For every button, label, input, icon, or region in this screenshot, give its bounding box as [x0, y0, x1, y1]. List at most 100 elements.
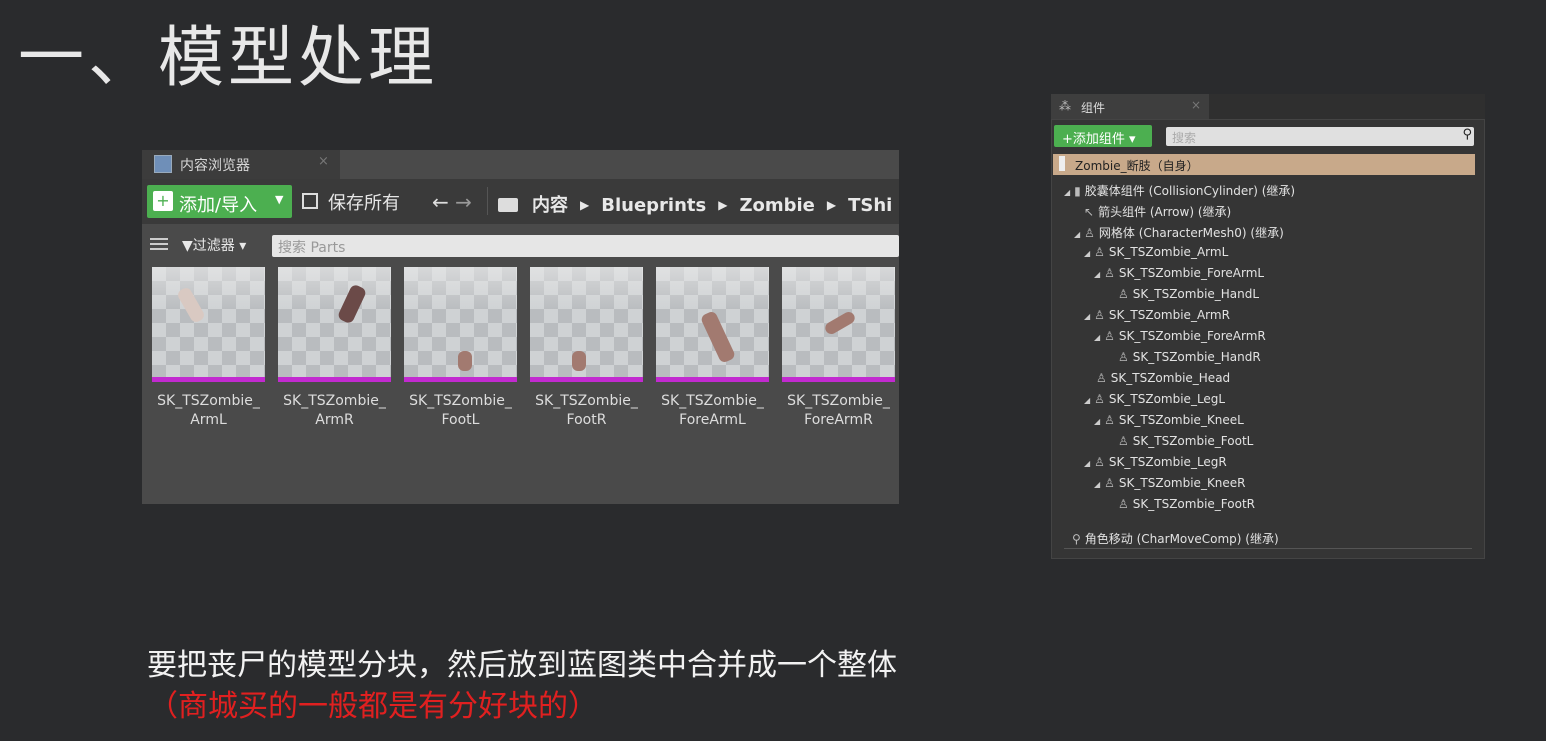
mesh-icon: ♙ [1118, 497, 1129, 511]
mesh-icon: ♙ [1094, 392, 1105, 406]
caption-note: （商城买的一般都是有分好块的） [148, 689, 598, 724]
folder-icon [498, 198, 518, 212]
arrow-icon: ↖ [1084, 205, 1095, 219]
tree-node-forearm-l[interactable]: ◢ ♙ SK_TSZombie_ForeArmL [1094, 266, 1264, 280]
asset-type-bar [152, 377, 265, 382]
components-tab[interactable]: ⁂ 组件 × [1051, 94, 1209, 119]
asset-tile[interactable]: SK_TSZombie_ ForeArmR [782, 267, 895, 430]
components-panel: ⁂ 组件 × +添加组件 ▾ 搜索 ⚲ Zombie_断肢（自身） ◢ ▮ 胶囊体组… [1051, 94, 1485, 559]
self-component-row[interactable]: Zombie_断肢（自身） [1053, 154, 1475, 175]
mesh-icon: ♙ [1104, 266, 1115, 280]
asset-tile[interactable]: SK_TSZombie_ FootR [530, 267, 643, 430]
filters-dropdown[interactable]: ▼过滤器 ▾ [182, 235, 246, 255]
add-icon: + [153, 191, 173, 211]
asset-name: SK_TSZombie_ ArmR [283, 393, 386, 428]
asset-thumbnail [656, 267, 769, 377]
asset-type-bar [656, 377, 769, 382]
tree-node-char-move-comp[interactable]: ⚲ 角色移动 (CharMoveComp) (继承) [1072, 530, 1279, 547]
sources-panel-icon[interactable] [150, 238, 168, 252]
self-component-label: Zombie_断肢（自身） [1075, 159, 1199, 173]
tree-node-head[interactable]: ♙ SK_TSZombie_Head [1096, 371, 1230, 385]
caption-main: 要把丧尸的模型分块，然后放到蓝图类中合并成一个整体 [147, 648, 897, 683]
asset-type-bar [404, 377, 517, 382]
add-component-button[interactable]: +添加组件 ▾ [1054, 125, 1152, 147]
add-import-button[interactable]: + 添加/导入 ▼ [147, 185, 292, 218]
asset-thumbnail [278, 267, 391, 377]
asset-name: SK_TSZombie_ ForeArmL [661, 393, 764, 428]
search-icon: ⚲ [1462, 127, 1472, 142]
tree-node-hand-r[interactable]: ♙ SK_TSZombie_HandR [1118, 350, 1261, 364]
content-browser-icon [154, 155, 172, 173]
breadcrumb: 内容 ▶ Blueprints ▶ Zombie ▶ TShi [498, 191, 892, 217]
tree-node-leg-l[interactable]: ◢ ♙ SK_TSZombie_LegL [1084, 392, 1225, 406]
close-icon[interactable]: × [318, 154, 329, 169]
asset-tile[interactable]: SK_TSZombie_ ArmL [152, 267, 265, 430]
asset-thumbnail [152, 267, 265, 377]
tree-node-character-mesh[interactable]: ◢ ♙ 网格体 (CharacterMesh0) (继承) [1074, 224, 1284, 241]
chevron-down-icon: ▼ [275, 193, 284, 206]
add-import-label: 添加/导入 [179, 195, 258, 216]
save-icon [302, 193, 318, 209]
mesh-icon: ♙ [1118, 350, 1129, 364]
asset-name: SK_TSZombie_ ForeArmR [787, 393, 890, 428]
tree-node-arm-l[interactable]: ◢ ♙ SK_TSZombie_ArmL [1084, 245, 1228, 259]
tree-node-arm-r[interactable]: ◢ ♙ SK_TSZombie_ArmR [1084, 308, 1230, 322]
breadcrumb-arrow-icon: ▶ [826, 198, 837, 212]
asset-tile[interactable]: SK_TSZombie_ ForeArmL [656, 267, 769, 430]
tree-divider [1064, 548, 1472, 549]
tree-node-hand-l[interactable]: ♙ SK_TSZombie_HandL [1118, 287, 1259, 301]
forward-arrow-icon[interactable]: → [455, 190, 472, 214]
asset-name: SK_TSZombie_ FootL [409, 393, 512, 428]
mesh-icon: ♙ [1094, 455, 1105, 469]
tree-node-arrow[interactable]: ↖ 箭头组件 (Arrow) (继承) [1084, 203, 1231, 220]
asset-thumbnail [404, 267, 517, 377]
asset-tile[interactable]: SK_TSZombie_ FootL [404, 267, 517, 430]
asset-type-bar [530, 377, 643, 382]
asset-search-input[interactable]: 搜索 Parts [272, 235, 899, 257]
tree-node-collision-cylinder[interactable]: ◢ ▮ 胶囊体组件 (CollisionCylinder) (继承) [1064, 182, 1295, 199]
add-component-label: +添加组件 ▾ [1062, 132, 1136, 147]
asset-tile[interactable]: SK_TSZombie_ ArmR [278, 267, 391, 430]
content-browser: 内容浏览器 × + 添加/导入 ▼ 保存所有 ← → 内容 ▶ Blueprints… [142, 150, 899, 504]
movement-icon: ⚲ [1072, 532, 1081, 546]
mesh-icon: ♙ [1118, 287, 1129, 301]
asset-search-placeholder: 搜索 Parts [278, 240, 346, 256]
history-nav: ← → [432, 190, 472, 214]
mesh-icon: ♙ [1104, 329, 1115, 343]
capsule-icon: ▮ [1074, 184, 1081, 198]
mesh-icon: ♙ [1094, 308, 1105, 322]
breadcrumb-item[interactable]: TShi [848, 195, 892, 216]
tree-node-foot-r[interactable]: ♙ SK_TSZombie_FootR [1118, 497, 1255, 511]
slide-title: 一、模型处理 [18, 19, 438, 96]
actor-icon [1059, 156, 1065, 171]
content-browser-tab[interactable]: 内容浏览器 × [142, 150, 340, 179]
tree-node-forearm-r[interactable]: ◢ ♙ SK_TSZombie_ForeArmR [1094, 329, 1266, 343]
close-icon[interactable]: × [1191, 98, 1201, 112]
components-body: +添加组件 ▾ 搜索 ⚲ Zombie_断肢（自身） ◢ ▮ 胶囊体组件 (Coll… [1051, 119, 1485, 559]
asset-name: SK_TSZombie_ FootR [535, 393, 638, 428]
content-browser-tab-label: 内容浏览器 [180, 158, 250, 174]
breadcrumb-item[interactable]: 内容 [532, 195, 568, 216]
breadcrumb-item[interactable]: Zombie [739, 195, 814, 216]
mesh-icon: ♙ [1104, 413, 1115, 427]
tree-node-knee-r[interactable]: ◢ ♙ SK_TSZombie_KneeR [1094, 476, 1246, 490]
mesh-icon: ♙ [1096, 371, 1107, 385]
breadcrumb-arrow-icon: ▶ [718, 198, 728, 212]
tree-node-leg-r[interactable]: ◢ ♙ SK_TSZombie_LegR [1084, 455, 1227, 469]
asset-name: SK_TSZombie_ ArmL [157, 393, 260, 428]
component-search-placeholder: 搜索 [1172, 131, 1197, 145]
breadcrumb-item[interactable]: Blueprints [601, 195, 706, 216]
component-search-input[interactable]: 搜索 ⚲ [1166, 127, 1474, 146]
save-all-label: 保存所有 [328, 193, 400, 214]
tree-node-knee-l[interactable]: ◢ ♙ SK_TSZombie_KneeL [1094, 413, 1244, 427]
tree-node-foot-l[interactable]: ♙ SK_TSZombie_FootL [1118, 434, 1253, 448]
asset-type-bar [782, 377, 895, 382]
components-icon: ⁂ [1059, 99, 1071, 113]
breadcrumb-arrow-icon: ▶ [580, 198, 590, 212]
back-arrow-icon[interactable]: ← [432, 190, 449, 214]
mesh-icon: ♙ [1094, 245, 1105, 259]
filter-bar: ▼过滤器 ▾ 搜索 Parts [142, 230, 899, 262]
filters-label: ▼过滤器 [182, 238, 235, 254]
mesh-icon: ♙ [1084, 226, 1095, 240]
asset-thumbnail [530, 267, 643, 377]
